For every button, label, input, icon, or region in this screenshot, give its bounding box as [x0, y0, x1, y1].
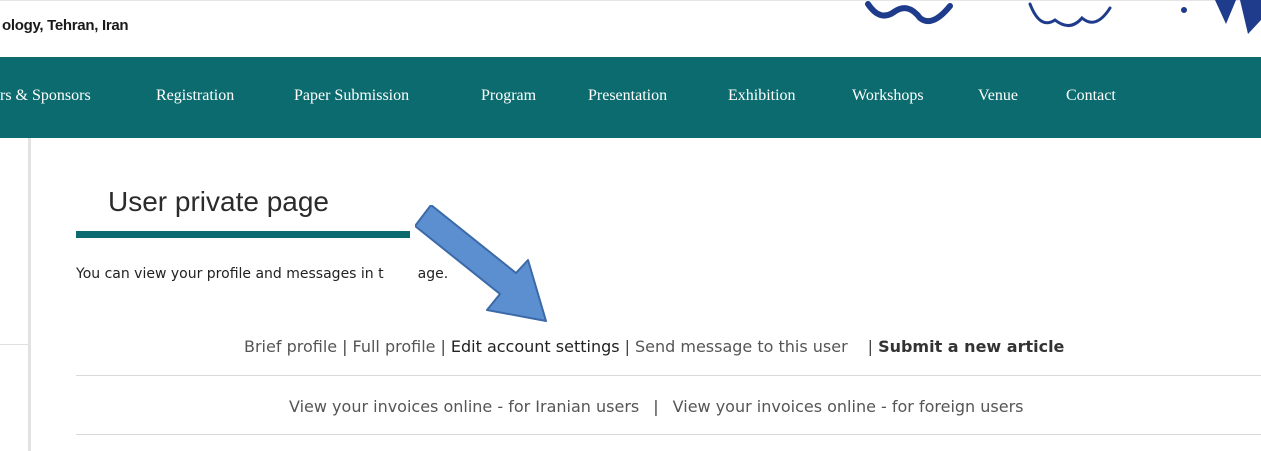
logo-right	[1181, 0, 1261, 34]
profile-links: Brief profile | Full profile | Edit account …	[244, 337, 1064, 356]
full-profile-link[interactable]: Full profile	[353, 337, 436, 356]
link-separator: |	[440, 337, 446, 356]
send-message-link[interactable]: Send message to this user	[635, 337, 848, 356]
nav-item-paper-submission[interactable]: Paper Submission	[294, 87, 409, 105]
invoices-iranian-link[interactable]: View your invoices online - for Iranian …	[289, 397, 639, 416]
nav-item-registration[interactable]: Registration	[156, 87, 234, 105]
link-separator: |	[624, 337, 630, 356]
link-separator: |	[342, 337, 348, 356]
brief-profile-link[interactable]: Brief profile	[244, 337, 337, 356]
nav-item-workshops[interactable]: Workshops	[852, 87, 924, 105]
divider-bottom	[76, 434, 1261, 435]
top-header: ology, Tehran, Iran	[0, 0, 1261, 57]
nav-item-sponsors[interactable]: rs & Sponsors	[0, 87, 91, 105]
left-border	[28, 138, 31, 451]
edit-account-settings-link[interactable]: Edit account settings	[451, 337, 620, 356]
nav-item-exhibition[interactable]: Exhibition	[728, 87, 796, 105]
logo-left	[865, 1, 953, 24]
main-navigation: rs & Sponsors Registration Paper Submiss…	[0, 57, 1261, 138]
invoice-links: View your invoices online - for Iranian …	[289, 397, 1024, 416]
page-title: User private page	[108, 186, 330, 217]
invoice-separator: |	[653, 397, 659, 416]
nav-item-venue[interactable]: Venue	[978, 87, 1018, 105]
nav-item-program[interactable]: Program	[481, 87, 536, 105]
intro-text: You can view your profile and messages i…	[76, 266, 448, 282]
left-divider	[0, 344, 28, 345]
invoices-foreign-link[interactable]: View your invoices online - for foreign …	[673, 397, 1024, 416]
logos-group	[865, 0, 1261, 34]
nav-item-presentation[interactable]: Presentation	[588, 87, 667, 105]
annotation-arrow-icon	[415, 205, 547, 322]
title-underline	[76, 231, 410, 238]
link-separator: |	[867, 337, 874, 356]
logo-middle	[1028, 2, 1112, 27]
affiliation-text: ology, Tehran, Iran	[2, 17, 129, 34]
nav-item-contact[interactable]: Contact	[1066, 87, 1116, 105]
divider-top	[76, 375, 1261, 376]
intro-text-start: You can view your profile and messages i…	[76, 266, 384, 282]
submit-article-link[interactable]: Submit a new article	[878, 337, 1064, 356]
